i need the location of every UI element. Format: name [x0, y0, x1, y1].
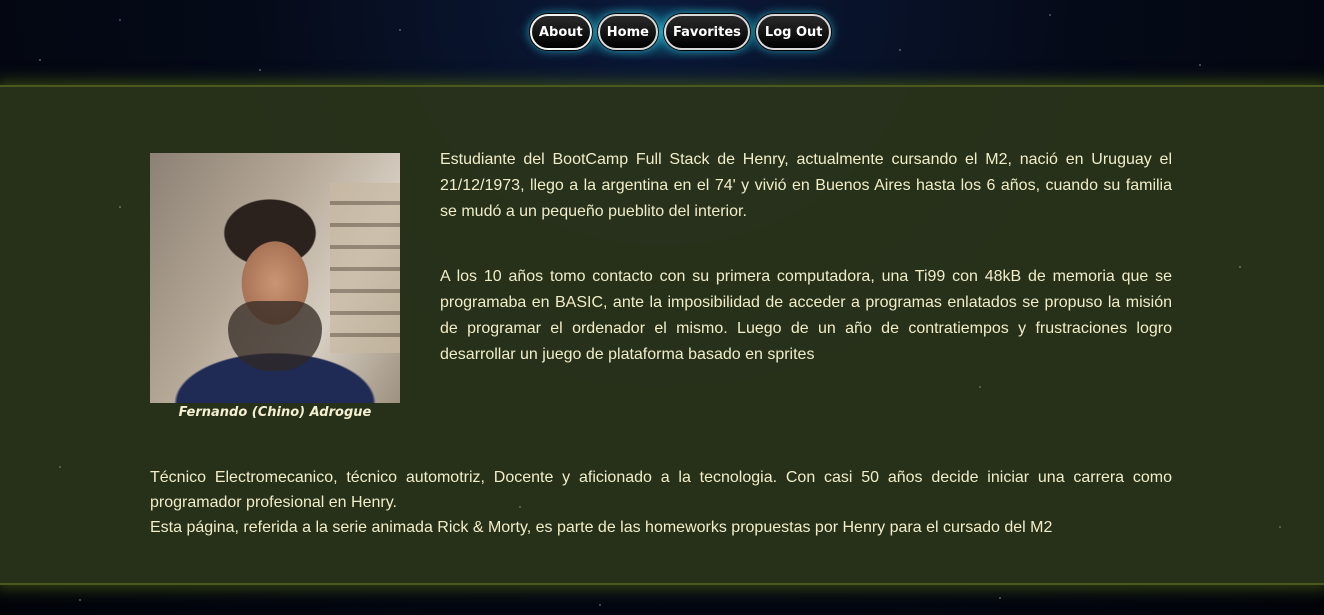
photo-beard [228, 301, 322, 371]
bio-text: Estudiante del BootCamp Full Stack de He… [440, 147, 1172, 407]
nav-button-favorites[interactable]: Favorites [663, 14, 750, 50]
bio-paragraph-2: A los 10 años tomo contacto con su prime… [440, 268, 1172, 363]
bio-bottom-paragraph-2: Esta página, referida a la serie animada… [150, 519, 1053, 536]
about-panel: Fernando (Chino) Adrogue Estudiante del … [0, 85, 1324, 585]
profile-photo [150, 153, 400, 403]
nav-button-about[interactable]: About [530, 14, 592, 50]
photo-caption: Fernando (Chino) Adrogue [178, 405, 372, 420]
bio-paragraph-1: Estudiante del BootCamp Full Stack de He… [440, 151, 1172, 220]
main-nav: About Home Favorites Log Out [530, 14, 832, 50]
bio-bottom-text: Técnico Electromecanico, técnico automot… [150, 465, 1172, 540]
nav-button-logout[interactable]: Log Out [755, 14, 832, 50]
bio-bottom-paragraph-1: Técnico Electromecanico, técnico automot… [150, 469, 1172, 511]
nav-button-home[interactable]: Home [597, 14, 658, 50]
photo-background-shelf [330, 183, 400, 353]
